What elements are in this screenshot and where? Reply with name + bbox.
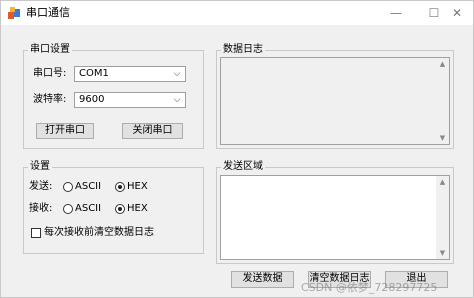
scroll-down-arrow-icon[interactable]: ▼: [436, 247, 449, 259]
send-hex-radio[interactable]: [115, 182, 125, 192]
close-port-button[interactable]: 关闭串口: [122, 123, 183, 139]
data-log-textarea[interactable]: ▲ ▼: [220, 57, 450, 145]
chevron-down-icon[interactable]: ⌵: [172, 68, 182, 80]
send-area-legend: 发送区域: [221, 161, 265, 173]
send-textarea[interactable]: ▲ ▼: [220, 175, 450, 260]
port-label: 串口号:: [33, 68, 67, 79]
receive-ascii-label[interactable]: ASCII: [75, 203, 101, 215]
send-ascii-label[interactable]: ASCII: [75, 181, 101, 193]
open-port-button[interactable]: 打开串口: [36, 123, 94, 139]
clear-log-checkbox[interactable]: [31, 228, 41, 238]
send-area-scrollbar[interactable]: ▲ ▼: [436, 176, 449, 259]
port-select-value: COM1: [79, 68, 109, 79]
close-window-button[interactable]: ✕: [441, 1, 473, 25]
receive-hex-radio[interactable]: [115, 204, 125, 214]
scroll-up-arrow-icon[interactable]: ▲: [436, 58, 449, 70]
title-bar[interactable]: 串口通信 — ☐ ✕: [1, 1, 473, 25]
baud-rate-select[interactable]: 9600 ⌵: [74, 92, 186, 108]
receive-hex-label[interactable]: HEX: [127, 203, 148, 215]
baud-rate-label: 波特率:: [33, 94, 67, 105]
data-log-scrollbar[interactable]: ▲ ▼: [436, 58, 449, 144]
settings-legend: 设置: [28, 161, 52, 173]
send-hex-label[interactable]: HEX: [127, 181, 148, 193]
watermark: CSDN @依梦_728297725: [301, 281, 438, 294]
data-log-legend: 数据日志: [221, 44, 265, 56]
port-select[interactable]: COM1 ⌵: [74, 66, 186, 82]
scroll-down-arrow-icon[interactable]: ▼: [436, 132, 449, 144]
send-data-button[interactable]: 发送数据: [231, 271, 294, 288]
minimize-button[interactable]: —: [377, 1, 415, 25]
baud-rate-select-value: 9600: [79, 94, 105, 105]
scroll-up-arrow-icon[interactable]: ▲: [436, 176, 449, 188]
window-title: 串口通信: [26, 6, 70, 19]
send-ascii-radio[interactable]: [63, 182, 73, 192]
serial-settings-legend: 串口设置: [28, 44, 72, 56]
receive-ascii-radio[interactable]: [63, 204, 73, 214]
send-mode-label: 发送:: [29, 181, 53, 192]
chevron-down-icon[interactable]: ⌵: [172, 94, 182, 106]
receive-mode-label: 接收:: [29, 203, 53, 214]
app-icon: [8, 7, 20, 19]
main-window: 串口通信 — ☐ ✕ 串口设置 串口号: COM1 ⌵ 波特率: 9600 ⌵ …: [0, 0, 474, 298]
clear-log-checkbox-label[interactable]: 每次接收前清空数据日志: [44, 227, 154, 239]
